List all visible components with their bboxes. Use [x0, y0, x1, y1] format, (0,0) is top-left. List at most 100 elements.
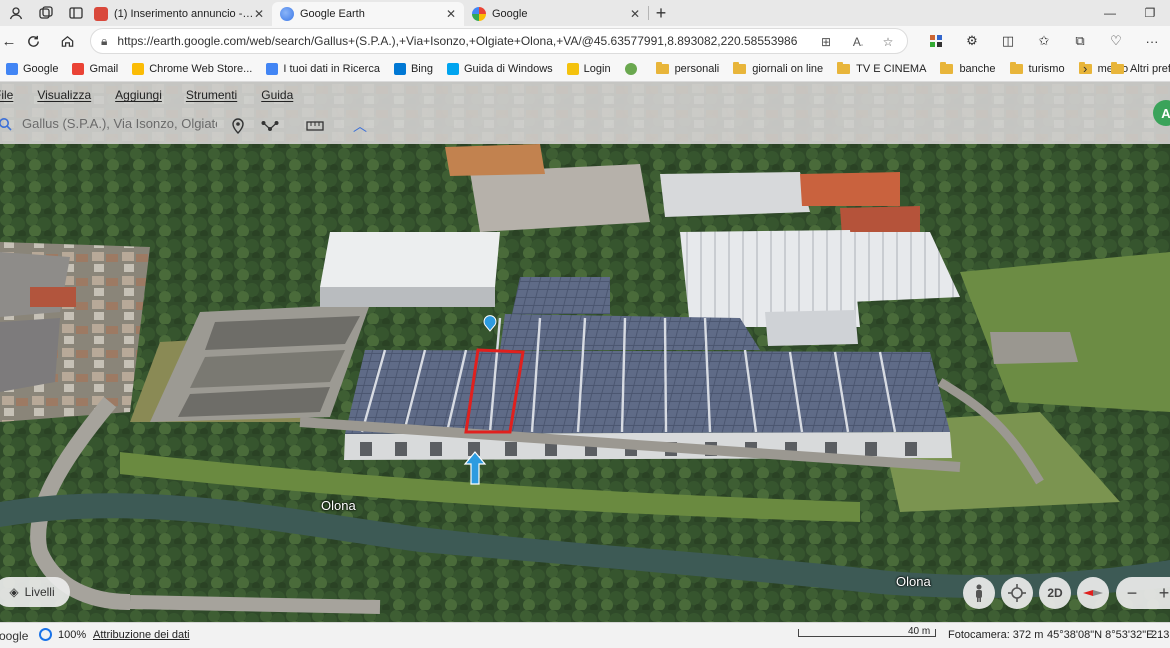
- zoom-in-button[interactable]: +: [1148, 583, 1170, 604]
- location-pin-icon[interactable]: [227, 115, 249, 137]
- bookmark-label: Login: [583, 62, 611, 75]
- load-percent: 100%: [58, 629, 87, 641]
- split-screen-icon[interactable]: ◫: [990, 26, 1026, 56]
- bookmark-favicon-icon: [6, 62, 18, 75]
- bookmark-item[interactable]: Chrome Web Store...: [132, 62, 253, 75]
- bookmark-folder[interactable]: turismo: [1009, 61, 1065, 75]
- bookmark-item[interactable]: Bing: [393, 62, 433, 75]
- extension-icon[interactable]: [918, 26, 954, 56]
- folder-icon: [940, 61, 954, 74]
- close-tab-icon[interactable]: ✕: [254, 7, 264, 21]
- my-location-icon[interactable]: [1001, 577, 1033, 609]
- bookmark-label: banche: [959, 62, 996, 75]
- search-icon[interactable]: [0, 117, 12, 134]
- layers-button[interactable]: ◈ Livelli: [0, 577, 70, 607]
- google-logo: oogle: [0, 629, 29, 643]
- favorite-star-icon[interactable]: ☆: [879, 33, 897, 51]
- bookmark-favicon-icon: [624, 62, 637, 75]
- satellite-imagery[interactable]: [0, 82, 1170, 622]
- tab-getrix[interactable]: (1) Inserimento annuncio - Getrix ✕: [86, 2, 272, 26]
- zoom-out-button[interactable]: −: [1116, 583, 1148, 604]
- refresh-icon[interactable]: [18, 26, 48, 56]
- compass-icon[interactable]: [1077, 577, 1109, 609]
- menu-strumenti[interactable]: Strumenti: [186, 88, 237, 102]
- tab-google[interactable]: Google ✕: [464, 2, 648, 26]
- folder-icon: [733, 61, 747, 74]
- chevron-right-icon[interactable]: ›: [1083, 61, 1087, 76]
- menu-aggiungi[interactable]: Aggiungi: [115, 88, 162, 102]
- path-icon[interactable]: [259, 115, 281, 137]
- bookmark-item[interactable]: [624, 62, 642, 75]
- folder-icon: [1009, 61, 1023, 74]
- minimize-icon[interactable]: —: [1090, 0, 1130, 26]
- bookmark-label: TV E CINEMA: [856, 62, 927, 75]
- view-mode-2d-button[interactable]: 2D: [1039, 577, 1071, 609]
- scale-label: 40 m: [908, 626, 931, 637]
- coordinates-readout: 45°38'08"N 8°53'32"E: [1047, 629, 1154, 641]
- bookmark-favicon-icon: [72, 62, 85, 75]
- url-field[interactable]: 🔒︎ https://earth.google.com/web/search/G…: [90, 28, 908, 54]
- tab-google-earth[interactable]: Google Earth ✕: [272, 2, 464, 26]
- tab-title: (1) Inserimento annuncio - Getrix: [114, 8, 254, 20]
- browser-toolbar: ⚙︎ ◫ ✩ ⧉ ♡ ···: [918, 26, 1170, 56]
- bookmarks-bar: Google Gmail Chrome Web Store... I tuoi dat…: [0, 56, 1170, 82]
- bookmark-item[interactable]: I tuoi dati in Ricerca: [266, 62, 380, 75]
- bookmark-label: Guida di Windows: [463, 62, 553, 75]
- bookmark-folder[interactable]: banche: [940, 61, 996, 75]
- google-earth-favicon-icon: [280, 7, 294, 21]
- bookmark-item[interactable]: Gmail: [72, 62, 119, 75]
- new-tab-button[interactable]: +: [649, 1, 673, 25]
- bookmark-label: Bing: [410, 62, 433, 75]
- tab-title: Google: [492, 8, 528, 20]
- maximize-icon[interactable]: ❐: [1130, 0, 1170, 26]
- menu-visualizza[interactable]: Visualizza: [37, 88, 91, 102]
- menu-guida[interactable]: Guida: [261, 88, 293, 102]
- bookmark-favicon-icon: [266, 62, 279, 75]
- browser-essentials-icon[interactable]: ♡: [1098, 26, 1134, 56]
- extensions-puzzle-icon[interactable]: ⚙︎: [954, 26, 990, 56]
- url-text: https://earth.google.com/web/search/Gall…: [117, 34, 798, 48]
- bookmark-folder-others[interactable]: Altri prefe: [1111, 62, 1170, 75]
- elevation-readout: 213: [1151, 629, 1170, 641]
- bookmark-item[interactable]: Login: [566, 62, 611, 75]
- data-attribution-link[interactable]: Attribuzione dei dati: [93, 629, 190, 641]
- bookmark-folder[interactable]: TV E CINEMA: [837, 61, 927, 75]
- folder-icon: [837, 61, 851, 74]
- bookmark-folder[interactable]: personali: [655, 61, 719, 75]
- tab-actions-icon[interactable]: [66, 3, 86, 23]
- getrix-favicon-icon: [94, 7, 108, 21]
- menu-file[interactable]: File: [0, 88, 13, 102]
- bookmark-label: Chrome Web Store...: [149, 62, 253, 75]
- favorites-icon[interactable]: ✩: [1026, 26, 1062, 56]
- app-available-icon[interactable]: ⊞: [817, 33, 835, 51]
- earth-status-bar: oogle 100% Attribuzione dei dati 40 m Fo…: [0, 622, 1170, 648]
- chevron-up-icon[interactable]: ︿: [349, 115, 371, 137]
- bookmark-label: Altri prefe: [1130, 63, 1170, 75]
- lock-icon[interactable]: 🔒︎: [101, 34, 107, 49]
- profile-icon[interactable]: [6, 3, 26, 23]
- collections-icon[interactable]: ⧉: [1062, 26, 1098, 56]
- home-icon[interactable]: [52, 26, 82, 56]
- bookmark-item[interactable]: Google: [6, 62, 58, 75]
- close-tab-icon[interactable]: ✕: [446, 7, 456, 21]
- close-tab-icon[interactable]: ✕: [630, 7, 640, 21]
- read-aloud-icon[interactable]: Aꞈ: [849, 33, 867, 51]
- tab-bar: (1) Inserimento annuncio - Getrix ✕ Goog…: [0, 0, 1170, 26]
- bookmark-favicon-icon: [132, 62, 145, 75]
- bookmarks-list: Google Gmail Chrome Web Store... I tuoi dat…: [0, 61, 1142, 75]
- search-input[interactable]: Gallus (S.P.A.), Via Isonzo, Olgiate: [22, 116, 217, 131]
- bookmark-label: giornali on line: [752, 62, 824, 75]
- bookmark-item[interactable]: Guida di Windows: [446, 62, 553, 75]
- measure-ruler-icon[interactable]: [304, 115, 326, 137]
- more-menu-icon[interactable]: ···: [1134, 26, 1170, 56]
- workspaces-icon[interactable]: [36, 3, 56, 23]
- folder-icon: [655, 61, 669, 74]
- layers-icon: ◈: [9, 585, 19, 599]
- bookmark-folder[interactable]: giornali on line: [733, 61, 824, 75]
- bookmark-label: Gmail: [89, 62, 119, 75]
- camera-altitude: Fotocamera: 372 m: [948, 629, 1044, 641]
- google-favicon-icon: [472, 7, 486, 21]
- window-controls: — ❐: [1090, 0, 1170, 26]
- earth-3d-view[interactable]: Olona Olona: [0, 82, 1170, 622]
- pegman-icon[interactable]: [963, 577, 995, 609]
